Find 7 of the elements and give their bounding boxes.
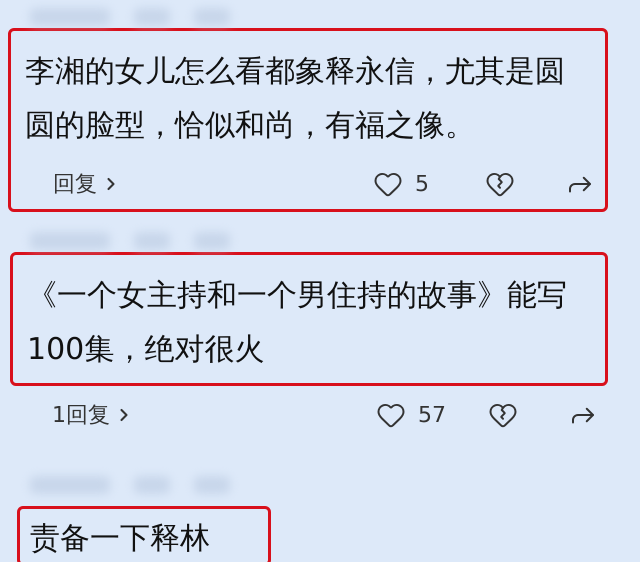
like-count: 5: [415, 170, 430, 198]
reply-link[interactable]: 1回复: [52, 398, 134, 432]
comment-text: 李湘的女儿怎么看都象释永信，尤其是圆圆的脸型，恰似和尚，有福之像。: [24, 53, 566, 145]
comment-text: 《一个女主持和一个男住持的故事》能写100集，绝对很火: [26, 277, 568, 369]
like-count: 57: [418, 402, 447, 430]
comment-text: 责备一下释林: [30, 521, 210, 556]
reply-link[interactable]: 回复: [53, 168, 121, 200]
